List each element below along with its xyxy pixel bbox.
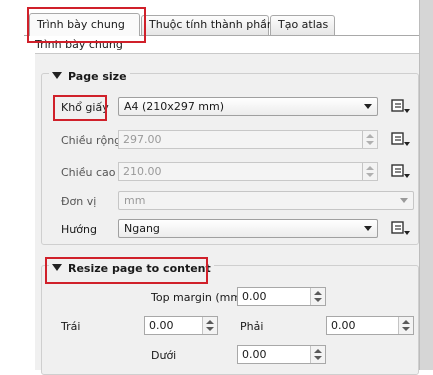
arrow-down-icon bbox=[314, 356, 322, 360]
annotation-box-paper-size bbox=[53, 95, 107, 121]
arrow-down-icon bbox=[366, 141, 374, 145]
left-margin-label: Trái bbox=[61, 320, 81, 333]
top-margin-stepper[interactable] bbox=[310, 288, 325, 305]
tab-general-layout[interactable]: Trình bày chung bbox=[29, 13, 140, 36]
collapse-triangle-icon bbox=[52, 72, 62, 79]
bottom-margin-stepper[interactable] bbox=[310, 346, 325, 363]
tab-bar: Trình bày chung Thuộc tính thành phần Tạ… bbox=[24, 12, 419, 36]
unit-label: Đơn vị bbox=[61, 195, 97, 208]
data-defined-override-icon[interactable] bbox=[391, 220, 411, 236]
chevron-down-icon bbox=[364, 104, 372, 109]
arrow-up-icon bbox=[206, 320, 214, 324]
arrow-up-icon bbox=[314, 349, 322, 353]
arrow-up-icon bbox=[314, 291, 322, 295]
top-margin-field[interactable]: 0.00 bbox=[237, 287, 326, 306]
data-defined-override-icon[interactable] bbox=[391, 98, 411, 114]
tab-item-properties[interactable]: Thuộc tính thành phần bbox=[141, 15, 274, 35]
arrow-down-icon bbox=[366, 173, 374, 177]
left-margin-stepper[interactable] bbox=[202, 317, 217, 334]
tab-atlas[interactable]: Tạo atlas bbox=[270, 15, 335, 35]
page-size-header[interactable]: Page size bbox=[49, 70, 130, 83]
bottom-margin-field[interactable]: 0.00 bbox=[237, 345, 326, 364]
height-stepper[interactable] bbox=[362, 163, 377, 180]
paper-size-select[interactable]: A4 (210x297 mm) bbox=[118, 97, 378, 116]
scrollbar-strip[interactable] bbox=[419, 0, 433, 370]
arrow-down-icon bbox=[402, 327, 410, 331]
height-label: Chiều cao bbox=[61, 166, 116, 179]
right-margin-field[interactable]: 0.00 bbox=[326, 316, 414, 335]
width-stepper[interactable] bbox=[362, 131, 377, 148]
arrow-down-icon bbox=[206, 327, 214, 331]
arrow-up-icon bbox=[402, 320, 410, 324]
right-margin-stepper[interactable] bbox=[398, 317, 413, 334]
chevron-down-icon bbox=[364, 226, 372, 231]
unit-select[interactable]: mm bbox=[118, 191, 414, 210]
arrow-down-icon bbox=[314, 298, 322, 302]
data-defined-override-icon[interactable] bbox=[391, 131, 411, 147]
width-field[interactable]: 297.00 bbox=[118, 130, 378, 149]
width-label: Chiều rộng bbox=[61, 134, 122, 147]
top-margin-label: Top margin (mm) bbox=[151, 291, 246, 304]
right-margin-label: Phải bbox=[240, 320, 264, 333]
height-field[interactable]: 210.00 bbox=[118, 162, 378, 181]
orientation-select[interactable]: Ngang bbox=[118, 219, 378, 238]
data-defined-override-icon[interactable] bbox=[391, 163, 411, 179]
annotation-box-resize bbox=[45, 257, 208, 284]
bottom-margin-label: Dưới bbox=[151, 349, 177, 362]
arrow-up-icon bbox=[366, 166, 374, 170]
arrow-up-icon bbox=[366, 134, 374, 138]
chevron-down-icon bbox=[400, 198, 408, 203]
orientation-label: Hướng bbox=[61, 223, 97, 236]
left-margin-field[interactable]: 0.00 bbox=[144, 316, 218, 335]
